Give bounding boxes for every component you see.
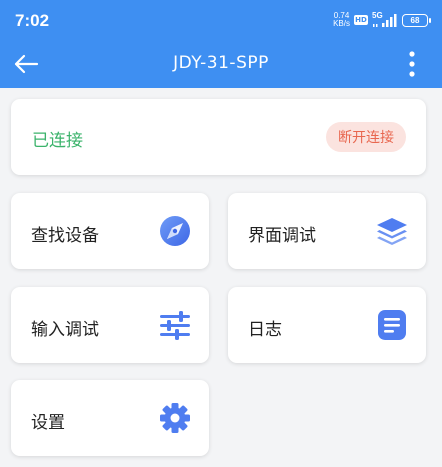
- network-speed-unit: KB/s: [333, 19, 350, 28]
- more-vertical-icon: [409, 51, 415, 77]
- menu-label: 查找设备: [31, 226, 99, 246]
- layers-icon: [374, 213, 410, 249]
- status-bar: 7:02 0.74 KB/s HD 5G 68: [0, 0, 442, 40]
- page-title: JDY-31-SPP: [173, 53, 269, 73]
- network-type: 5G: [372, 11, 383, 20]
- menu-ui-debug[interactable]: 界面调试: [228, 193, 426, 269]
- menu-settings[interactable]: 设置: [11, 380, 209, 456]
- navigation-bar: JDY-31-SPP: [0, 40, 442, 88]
- menu-label: 输入调试: [31, 320, 99, 340]
- battery-icon: 68: [402, 13, 431, 27]
- app-header: 7:02 0.74 KB/s HD 5G 68 JDY-31-SPP: [0, 0, 442, 88]
- status-time: 7:02: [15, 11, 50, 30]
- signal-icon: 5G: [372, 11, 398, 28]
- connection-status-text: 已连接: [32, 131, 83, 151]
- menu-log[interactable]: 日志: [228, 287, 426, 363]
- disconnect-button[interactable]: 断开连接: [326, 122, 406, 152]
- menu-find-device[interactable]: 查找设备: [11, 193, 209, 269]
- document-list-icon: [374, 307, 410, 343]
- hd-icon: HD: [354, 15, 368, 25]
- more-options-button[interactable]: [400, 48, 424, 80]
- menu-input-debug[interactable]: 输入调试: [11, 287, 209, 363]
- status-indicators: 0.74 KB/s HD 5G 68: [333, 9, 431, 31]
- sliders-icon: [157, 307, 193, 343]
- compass-search-icon: [157, 213, 193, 249]
- gear-icon: [157, 400, 193, 436]
- network-speed: 0.74 KB/s: [333, 12, 350, 28]
- menu-label: 界面调试: [248, 226, 316, 246]
- menu-label: 日志: [248, 320, 282, 340]
- connection-status-card: 已连接 断开连接: [11, 99, 426, 175]
- menu-label: 设置: [31, 413, 65, 433]
